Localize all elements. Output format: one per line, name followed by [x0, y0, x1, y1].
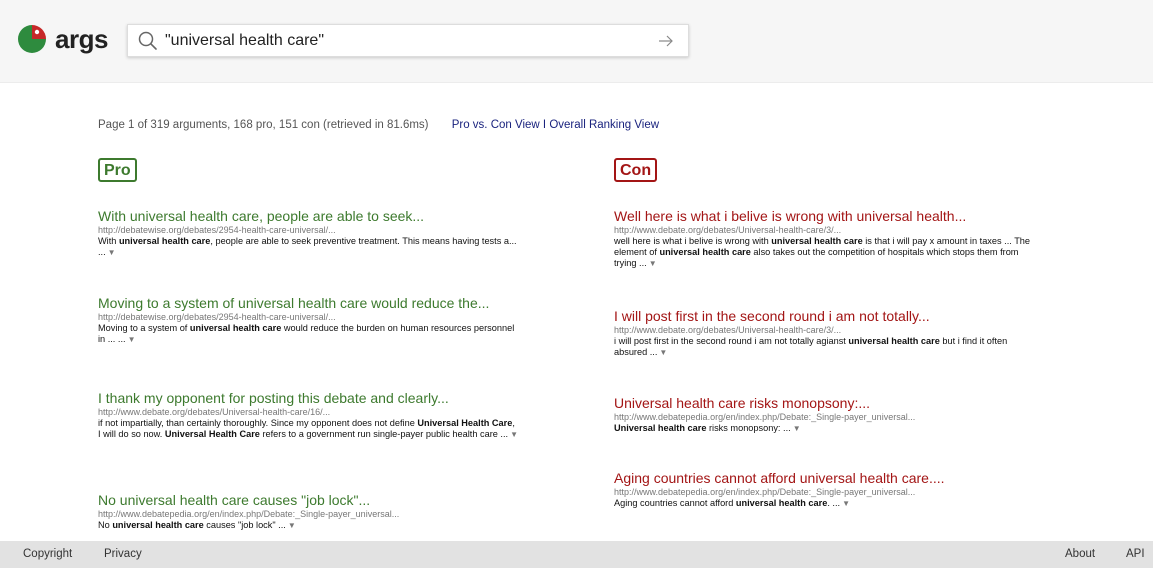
result-title[interactable]: No universal health care causes "job loc… [98, 492, 518, 508]
result-title[interactable]: Universal health care risks monopsony:..… [614, 395, 1034, 411]
expand-caret-icon[interactable]: ▼ [128, 334, 136, 345]
header-bar: args [0, 0, 1153, 83]
snippet-text: Moving to a system of [98, 323, 190, 333]
list-item: I thank my opponent for posting this deb… [98, 390, 518, 440]
view-separator: I [542, 119, 547, 131]
snippet-text: refers to a government run single-payer … [259, 429, 509, 439]
view-switcher: Pro vs. Con View I Overall Ranking View [452, 119, 659, 131]
snippet-text: With [98, 236, 119, 246]
highlight-term: universal health care [771, 236, 863, 246]
highlight-term: Universal health care [614, 423, 707, 433]
highlight-term: universal health care [112, 520, 204, 530]
snippet-text: . ... [827, 498, 841, 508]
api-link[interactable]: API [1126, 548, 1145, 560]
list-item: No universal health care causes "job loc… [98, 492, 518, 531]
search-input[interactable] [165, 31, 645, 50]
results-summary: Page 1 of 319 arguments, 168 pro, 151 co… [98, 119, 659, 131]
result-snippet: Moving to a system of universal health c… [98, 323, 518, 345]
result-url: http://debatewise.org/debates/2954-healt… [98, 312, 336, 322]
result-snippet: well here is what i belive is wrong with… [614, 236, 1034, 269]
result-title[interactable]: I thank my opponent for posting this deb… [98, 390, 518, 406]
result-title[interactable]: Well here is what i belive is wrong with… [614, 208, 1034, 224]
results-count-text: Page 1 of 319 arguments, 168 pro, 151 co… [98, 119, 429, 131]
search-box[interactable] [127, 24, 689, 57]
expand-caret-icon[interactable]: ▼ [288, 520, 296, 531]
arrow-right-icon[interactable] [656, 31, 676, 51]
highlight-term: universal health care [118, 236, 211, 246]
result-url: http://www.debatepedia.org/en/index.php/… [614, 487, 916, 497]
about-link[interactable]: About [1065, 548, 1095, 560]
snippet-text: i will post first in the second round i … [614, 336, 849, 346]
overall-ranking-view-link[interactable]: Overall Ranking View [549, 119, 659, 131]
result-snippet: Aging countries cannot afford universal … [614, 498, 1034, 509]
result-url: http://debatewise.org/debates/2954-healt… [98, 225, 336, 235]
con-badge: Con [614, 158, 658, 182]
search-icon [138, 31, 157, 50]
logo-text: args [55, 23, 108, 54]
pro-badge: Pro [98, 158, 137, 182]
expand-caret-icon[interactable]: ▼ [108, 247, 116, 258]
snippet-text: Aging countries cannot afford [614, 498, 736, 508]
pro-con-view-link[interactable]: Pro vs. Con View [452, 119, 540, 131]
result-snippet: if not impartially, than certainly thoro… [98, 418, 518, 440]
logo[interactable]: args [15, 22, 108, 56]
result-title[interactable]: I will post first in the second round i … [614, 308, 1034, 324]
copyright-link[interactable]: Copyright [23, 548, 72, 560]
expand-caret-icon[interactable]: ▼ [649, 258, 657, 269]
snippet-text: causes "job lock" ... [203, 520, 286, 530]
list-item: Universal health care risks monopsony:..… [614, 395, 1034, 434]
result-snippet: With universal health care, people are a… [98, 236, 518, 258]
snippet-text: if not impartially, than certainly thoro… [98, 418, 418, 428]
expand-caret-icon[interactable]: ▼ [510, 429, 518, 440]
privacy-link[interactable]: Privacy [104, 548, 142, 560]
list-item: Aging countries cannot afford universal … [614, 470, 1034, 509]
highlight-term: Universal Health Care [164, 429, 260, 439]
list-item: Moving to a system of universal health c… [98, 295, 518, 345]
result-url: http://www.debate.org/debates/Universal-… [614, 225, 842, 235]
result-url: http://www.debatepedia.org/en/index.php/… [614, 412, 916, 422]
highlight-term: universal health care [848, 336, 940, 346]
expand-caret-icon[interactable]: ▼ [842, 498, 850, 509]
list-item: I will post first in the second round i … [614, 308, 1034, 358]
list-item: Well here is what i belive is wrong with… [614, 208, 1034, 269]
pro-column: Pro With universal health care, people a… [98, 158, 518, 530]
highlight-term: universal health care [735, 498, 828, 508]
highlight-term: universal health care [659, 247, 751, 257]
args-logo-icon [18, 25, 46, 53]
highlight-term: universal health care [189, 323, 282, 333]
expand-caret-icon[interactable]: ▼ [659, 347, 667, 358]
snippet-text: No [98, 520, 113, 530]
snippet-text: well here is what i belive is wrong with [614, 236, 772, 246]
result-snippet: No universal health care causes "job loc… [98, 520, 518, 531]
result-url: http://www.debate.org/debates/Universal-… [98, 407, 331, 417]
snippet-text: risks monopsony: ... [706, 423, 791, 433]
result-title[interactable]: Aging countries cannot afford universal … [614, 470, 1034, 486]
highlight-term: Universal Health Care [417, 418, 513, 428]
result-title[interactable]: Moving to a system of universal health c… [98, 295, 518, 311]
result-url: http://www.debatepedia.org/en/index.php/… [98, 509, 400, 519]
footer-bar: Copyright Privacy About API [0, 541, 1153, 568]
con-column: Con Well here is what i belive is wrong … [614, 158, 1034, 508]
result-snippet: Universal health care risks monopsony: .… [614, 423, 1034, 434]
result-url: http://www.debate.org/debates/Universal-… [614, 325, 842, 335]
expand-caret-icon[interactable]: ▼ [793, 423, 801, 434]
list-item: With universal health care, people are a… [98, 208, 518, 258]
result-snippet: i will post first in the second round i … [614, 336, 1034, 358]
result-title[interactable]: With universal health care, people are a… [98, 208, 518, 224]
